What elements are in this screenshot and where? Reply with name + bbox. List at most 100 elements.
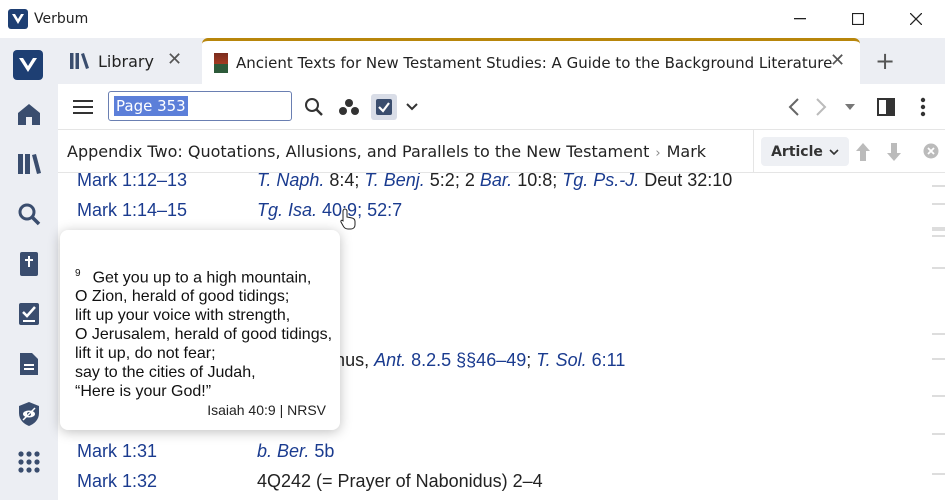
apps-grid-icon[interactable] xyxy=(13,446,45,478)
parallel-link[interactable]: Ant. xyxy=(374,350,406,370)
parallels-cell: Tg. Isa. 40:9; 52:7 xyxy=(257,200,402,221)
reference-link[interactable]: Mark 1:32 xyxy=(77,471,157,492)
notes-checklist-icon[interactable] xyxy=(13,298,45,330)
verse-line: lift up your voice with strength, xyxy=(75,306,326,325)
parallels-cell: b. Ber. 5b xyxy=(257,441,334,462)
search-in-resource-icon[interactable] xyxy=(301,92,327,122)
article-dropdown-label: Article xyxy=(771,143,823,160)
breadcrumb-current[interactable]: Mark xyxy=(667,142,706,161)
close-library-tab-button[interactable]: ✕ xyxy=(167,49,182,70)
parallel-link[interactable]: Tg. Ps.-J. xyxy=(562,173,639,190)
breadcrumb-separator: › xyxy=(655,146,661,161)
scroll-marker xyxy=(932,433,945,435)
previous-article-arrow-icon[interactable] xyxy=(855,142,871,166)
bible-icon[interactable] xyxy=(13,248,45,280)
tab-ancient-texts-label: Ancient Texts for New Testament Studies:… xyxy=(236,53,833,72)
verse-citation[interactable]: Isaiah 40:9 | NRSV xyxy=(207,402,326,418)
parallel-link[interactable]: 6:11 xyxy=(587,350,626,370)
verse-text: “Here is your God!” xyxy=(75,383,212,401)
page-reference-input[interactable]: Page 353 xyxy=(108,91,292,121)
parallel-link[interactable]: b. Ber. xyxy=(257,441,309,461)
close-search-results-icon[interactable] xyxy=(923,143,939,163)
maximize-button[interactable] xyxy=(829,0,887,38)
highlighting-dropdown-chevron-icon[interactable] xyxy=(402,92,422,122)
parallel-link[interactable]: Tg. Isa. xyxy=(257,200,317,220)
parallel-text: Deut 32:10 xyxy=(639,173,733,190)
search-icon[interactable] xyxy=(13,198,45,230)
parallel-link[interactable]: T. Benj. xyxy=(364,173,424,190)
tab-ancient-texts[interactable]: Ancient Texts for New Testament Studies:… xyxy=(202,38,860,84)
parallel-link[interactable]: 8.2.5 §§46–49 xyxy=(406,350,526,370)
chevron-down-icon xyxy=(829,148,839,155)
tab-library[interactable]: Library ✕ xyxy=(58,38,198,84)
parallels-cell: T. Naph. 8:4; T. Benj. 5:2; 2 Bar. 10:8;… xyxy=(257,173,732,191)
tab-library-label: Library xyxy=(98,51,154,71)
minimize-button[interactable] xyxy=(771,0,829,38)
title-bar: Verbum xyxy=(0,0,945,38)
verse-number: 9 xyxy=(75,268,81,279)
parallel-text: 5:2; 2 xyxy=(424,173,480,190)
document-icon[interactable] xyxy=(13,348,45,380)
verse-line: O Jerusalem, herald of good tidings, xyxy=(75,325,332,344)
breadcrumb-section[interactable]: Appendix Two: Quotations, Allusions, and… xyxy=(67,142,649,161)
reference-link[interactable]: Mark 1:31 xyxy=(77,441,157,462)
close-active-tab-button[interactable]: ✕ xyxy=(830,50,845,71)
parallel-link[interactable]: 5b xyxy=(309,441,334,461)
resource-toolbar: Page 353 xyxy=(58,84,945,129)
scroll-marker xyxy=(932,473,945,475)
page-reference-value: Page 353 xyxy=(114,96,188,116)
more-options-icon[interactable] xyxy=(912,92,934,122)
next-article-arrow-icon[interactable] xyxy=(886,142,902,166)
close-window-button[interactable] xyxy=(887,0,945,38)
scroll-marker xyxy=(932,235,945,237)
forward-chevron-icon[interactable] xyxy=(810,92,832,122)
verse-preview-popup: 9 Get you up to a high mountain, O Zion, h… xyxy=(60,230,340,430)
shield-eye-icon[interactable] xyxy=(13,398,45,430)
verse-line: lift it up, do not fear; xyxy=(75,344,326,363)
reference-link[interactable]: Mark 1:12–13 xyxy=(77,173,187,191)
book-cover-icon xyxy=(214,52,228,73)
article-dropdown-button[interactable]: Article xyxy=(761,137,849,166)
scroll-marker xyxy=(932,185,945,187)
breadcrumb: Appendix Two: Quotations, Allusions, and… xyxy=(67,142,706,161)
verse-text: say to the cities of Judah, xyxy=(75,364,256,382)
history-dropdown-icon[interactable] xyxy=(840,92,860,122)
parallels-cell: 4Q242 (= Prayer of Nabonidus) 2–4 xyxy=(257,471,543,492)
scroll-marker xyxy=(932,333,945,335)
parallel-text: 8:4; xyxy=(324,173,365,190)
parallel-panel-icon[interactable] xyxy=(873,92,899,122)
scrollbar[interactable] xyxy=(920,173,945,500)
verbum-home-logo-icon[interactable] xyxy=(13,50,43,80)
verse-line: 9 Get you up to a high mountain, xyxy=(75,264,326,287)
scroll-marker xyxy=(932,358,945,360)
scroll-marker xyxy=(932,203,945,205)
scroll-marker xyxy=(932,267,945,269)
verse-text: lift it up, do not fear; xyxy=(75,345,216,363)
hand-pointer-cursor-icon xyxy=(340,208,356,234)
library-tab-icon xyxy=(70,53,90,69)
verse-line: O Zion, herald of good tidings; xyxy=(75,287,326,306)
verse-text: O Zion, herald of good tidings; xyxy=(75,288,290,306)
visual-filters-icon[interactable] xyxy=(336,92,362,122)
home-icon[interactable] xyxy=(13,98,45,130)
parallel-text: 10:8; xyxy=(512,173,563,190)
verse-line: say to the cities of Judah, xyxy=(75,363,326,382)
library-icon[interactable] xyxy=(13,148,45,180)
menu-icon[interactable] xyxy=(70,92,96,122)
highlighting-button[interactable] xyxy=(369,92,399,122)
verse-line: “Here is your God!” xyxy=(75,382,326,401)
verse-text: Get you up to a high mountain, xyxy=(92,269,312,287)
parallel-link[interactable]: Bar. xyxy=(480,173,512,190)
parallel-text: 4Q242 (= Prayer of Nabonidus) 2–4 xyxy=(257,471,543,491)
app-title: Verbum xyxy=(34,11,89,27)
parallel-link[interactable]: T. Sol. xyxy=(536,350,586,370)
highlighter-icon xyxy=(371,94,397,120)
verse-text: O Jerusalem, herald of good tidings, xyxy=(75,326,333,344)
back-chevron-icon[interactable] xyxy=(783,92,805,122)
parallel-link[interactable]: T. Naph. xyxy=(257,173,324,190)
breadcrumb-bar: Appendix Two: Quotations, Allusions, and… xyxy=(58,129,945,174)
verse-text: lift up your voice with strength, xyxy=(75,307,291,325)
reference-link[interactable]: Mark 1:14–15 xyxy=(77,200,187,221)
add-tab-button[interactable]: + xyxy=(870,46,900,76)
parallel-link[interactable]: 40:9; 52:7 xyxy=(317,200,402,220)
